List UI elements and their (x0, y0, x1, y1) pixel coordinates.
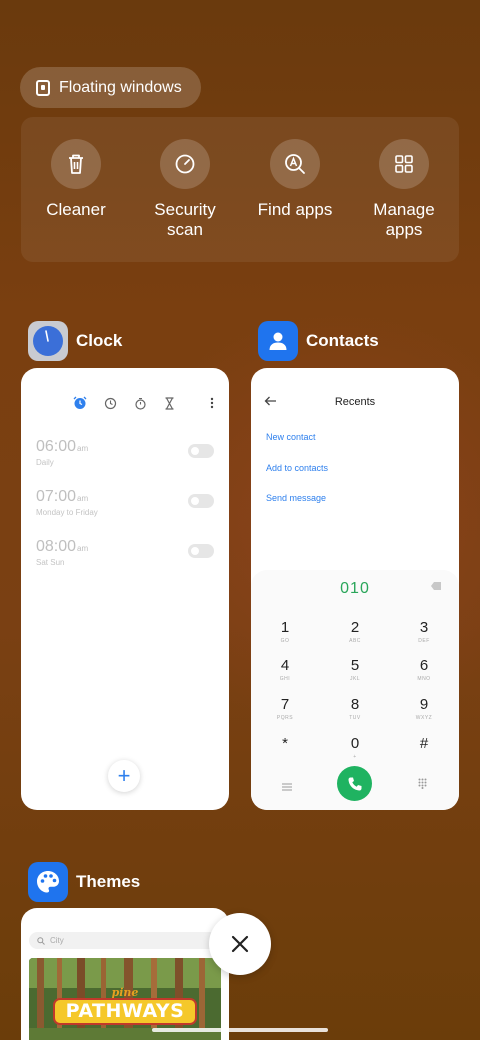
dial-key[interactable]: 9 WXYZ (404, 697, 444, 722)
dial-key[interactable]: 5 JKL (335, 658, 375, 683)
dial-key[interactable]: 4 GHI (265, 658, 305, 683)
clock-app-icon (28, 321, 68, 361)
dial-key[interactable]: # (404, 736, 444, 754)
keypad-icon[interactable] (418, 776, 427, 794)
clock-app-card[interactable]: 06:00am Daily 07:00am Monday to Friday 0… (21, 368, 229, 810)
alarm-toggle[interactable] (188, 494, 214, 508)
timer-icon[interactable] (164, 396, 175, 415)
find-apps-button[interactable]: Find apps (245, 139, 345, 220)
menu-icon[interactable] (282, 778, 292, 796)
contacts-app-icon (258, 321, 298, 361)
alarm-row[interactable]: 07:00am Monday to Friday (36, 488, 214, 517)
themes-search-placeholder: City (50, 936, 64, 945)
dial-key[interactable]: 1 GO (265, 620, 305, 645)
themes-app-card[interactable]: City pine PATHWAYS (21, 908, 229, 1040)
add-to-contacts-link[interactable]: Add to contacts (266, 463, 328, 473)
alarm-icon[interactable] (73, 396, 87, 415)
close-icon (231, 935, 249, 953)
cleaner-label: Cleaner (46, 200, 106, 219)
alarm-toggle[interactable] (188, 444, 214, 458)
dial-key[interactable]: 3 DEF (404, 620, 444, 645)
contacts-app-name: Contacts (306, 331, 379, 350)
dial-key[interactable]: 2 ABC (335, 620, 375, 645)
manage-apps-button[interactable]: Manage apps (354, 139, 454, 240)
contacts-app-card[interactable]: Recents New contact Add to contacts Send… (251, 368, 459, 810)
dial-key[interactable]: 0 + (335, 736, 375, 761)
banner-pathways-text: PATHWAYS (53, 998, 197, 1025)
dialed-number: 010 (340, 580, 370, 597)
security-scan-button[interactable]: Security scan (135, 139, 235, 240)
quick-actions-panel: Cleaner Security scan Find apps Manage a… (21, 117, 459, 262)
themes-search-bar[interactable]: City (29, 932, 221, 949)
manage-apps-label: Manage apps (373, 200, 435, 239)
themes-app-name: Themes (76, 872, 141, 891)
phone-icon (348, 777, 361, 790)
dial-key[interactable]: 8 TUV (335, 697, 375, 722)
dial-key[interactable]: * (265, 736, 305, 754)
floating-windows-label: Floating windows (59, 78, 182, 96)
clock-icon[interactable] (104, 397, 117, 415)
close-all-button[interactable] (209, 913, 271, 975)
dial-key[interactable]: 7 PQRS (265, 697, 305, 722)
new-contact-link[interactable]: New contact (266, 432, 316, 442)
home-indicator[interactable] (152, 1028, 328, 1032)
recents-title: Recents (334, 396, 376, 408)
clock-app-name: Clock (76, 331, 123, 350)
clock-tabs (73, 396, 175, 415)
dialpad: 010 1 GO 2 ABC 3 DEF 4 GHI 5 JKL 6 MNO 7 PQRS 8… (251, 570, 459, 810)
more-options-icon[interactable] (210, 396, 214, 414)
call-button[interactable] (337, 766, 372, 801)
themes-app-icon (28, 862, 68, 902)
cleaner-button[interactable]: Cleaner (26, 139, 126, 220)
floating-window-icon (36, 79, 50, 96)
search-a-icon (270, 139, 320, 189)
alarm-toggle[interactable] (188, 544, 214, 558)
alarm-row[interactable]: 08:00am Sat Sun (36, 538, 214, 567)
search-icon (37, 936, 45, 945)
send-message-link[interactable]: Send message (266, 493, 326, 503)
security-scan-label: Security scan (154, 200, 216, 239)
dial-key[interactable]: 6 MNO (404, 658, 444, 683)
speedometer-icon (160, 139, 210, 189)
floating-windows-button[interactable]: Floating windows (20, 67, 201, 108)
grid-icon (379, 139, 429, 189)
add-alarm-button[interactable]: + (108, 760, 140, 792)
clock-app-header[interactable]: Clock (28, 321, 122, 361)
alarm-row[interactable]: 06:00am Daily (36, 438, 214, 467)
themes-app-header[interactable]: Themes (28, 862, 140, 902)
stopwatch-icon[interactable] (134, 397, 147, 415)
contacts-app-header[interactable]: Contacts (258, 321, 379, 361)
trash-icon (51, 139, 101, 189)
find-apps-label: Find apps (257, 200, 333, 219)
